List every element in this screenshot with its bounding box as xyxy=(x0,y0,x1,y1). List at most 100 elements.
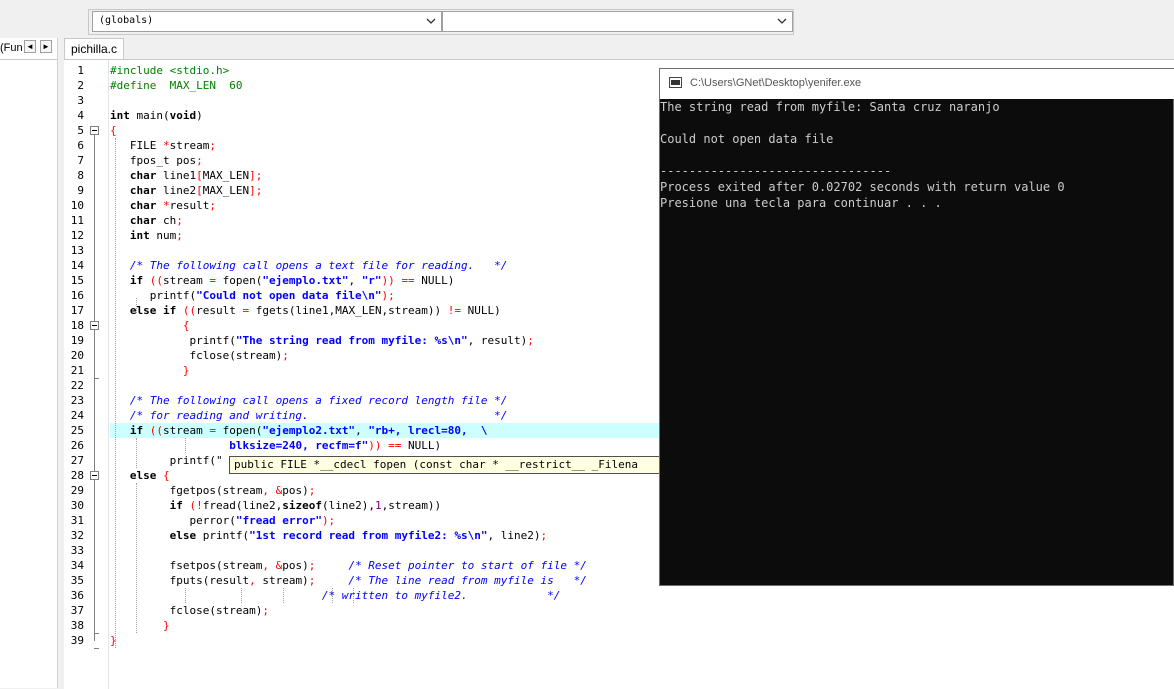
code-line-23: /* The following call opens a fixed reco… xyxy=(110,394,508,407)
tab-next-button[interactable]: ► xyxy=(40,40,52,53)
fold-end xyxy=(94,633,99,634)
code-line-18: { xyxy=(110,319,190,332)
code-line-21: } xyxy=(110,364,190,377)
line-number: 7 xyxy=(77,154,84,167)
code-line-32: else printf("1st record read from myfile… xyxy=(169,529,548,542)
console-line: -------------------------------- xyxy=(660,164,892,178)
line-number: 13 xyxy=(70,244,84,257)
code-line-16: printf("Could not open data file\n"); xyxy=(110,289,395,302)
line-number: 22 xyxy=(70,379,84,392)
code-line-26: blksize=240, recfm=f")) == NULL) xyxy=(229,439,442,452)
code-line-17: else if ((result = fgets(line1,MAX_LEN,s… xyxy=(129,304,501,317)
code-line-4: int main(void) xyxy=(110,109,203,122)
line-gutter: 1 2 3 4 5 6 7 8 9 10 11 12 13 14 15 16 17 18 19 20 21 22 23 24 2… xyxy=(64,60,109,689)
console-title: C:\Users\GNet\Desktop\yenifer.exe xyxy=(690,77,862,89)
code-line-15: if ((stream = fopen("ejemplo.txt", "r"))… xyxy=(129,274,455,287)
code-line-37: fclose(stream); xyxy=(110,604,269,617)
code-line-31: perror("fread error"); xyxy=(110,514,336,527)
line-number: 16 xyxy=(70,289,84,302)
code-line-36: /* written to myfile2. */ xyxy=(110,589,561,602)
line-number: 9 xyxy=(77,184,84,197)
code-line-34: fsetpos(stream, &pos); /* Reset pointer … xyxy=(110,559,587,572)
file-tab[interactable]: pichilla.c xyxy=(64,38,125,60)
line-number: 1 xyxy=(77,64,84,77)
line-number: 24 xyxy=(70,409,84,422)
fold-toggle-icon[interactable] xyxy=(90,321,99,330)
fold-end xyxy=(94,378,99,379)
function-signature-tooltip: public FILE *__cdecl fopen (const char *… xyxy=(229,456,669,474)
line-number: 14 xyxy=(70,259,84,272)
code-line-8: char line1[MAX_LEN]; xyxy=(129,169,263,182)
class-browser-panel: (Fun ◄ ► xyxy=(0,38,58,688)
code-line-14: /* The following call opens a text file … xyxy=(110,259,508,272)
scope-combo[interactable]: (globals) xyxy=(92,11,442,32)
code-line-1: #include <stdio.h> xyxy=(110,64,230,77)
code-line-9: char line2[MAX_LEN]; xyxy=(129,184,263,197)
code-line-38: } xyxy=(110,619,170,632)
line-number: 33 xyxy=(70,544,84,557)
line-number: 31 xyxy=(70,514,84,527)
line-number: 35 xyxy=(70,574,84,587)
code-line-12: int num; xyxy=(129,229,183,242)
line-number: 34 xyxy=(70,559,84,572)
line-number: 8 xyxy=(77,169,84,182)
line-number: 28 xyxy=(70,469,84,482)
line-number: 27 xyxy=(70,454,84,467)
fold-toggle-icon[interactable] xyxy=(90,126,99,135)
code-line-25: if ((stream = fopen("ejemplo2.txt", "rb+… xyxy=(129,424,488,437)
line-number: 36 xyxy=(70,589,84,602)
tab-prev-button[interactable]: ◄ xyxy=(24,40,36,53)
line-number: 11 xyxy=(70,214,84,227)
code-line-35: fputs(result, stream); /* The line read … xyxy=(110,574,587,587)
code-line-28: else { xyxy=(129,469,170,482)
line-number: 2 xyxy=(77,79,84,92)
code-line-39: } xyxy=(110,634,117,647)
chevron-down-icon xyxy=(426,18,436,24)
tooltip-text: public FILE *__cdecl fopen (const char *… xyxy=(234,458,638,471)
line-number: 19 xyxy=(70,334,84,347)
toolbar: (globals) xyxy=(0,0,1174,38)
line-number: 5 xyxy=(77,124,84,137)
line-number: 17 xyxy=(70,304,84,317)
scope-combo-value: (globals) xyxy=(99,15,154,26)
console-window[interactable]: C:\Users\GNet\Desktop\yenifer.exe The st… xyxy=(659,68,1174,586)
code-line-5: { xyxy=(110,124,117,137)
console-line: The string read from myfile: Santa cruz … xyxy=(660,100,1000,114)
console-line: Process exited after 0.02702 seconds wit… xyxy=(660,180,1065,194)
console-line: Presione una tecla para continuar . . . xyxy=(660,196,942,210)
line-number: 30 xyxy=(70,499,84,512)
code-line-7: fpos_t pos; xyxy=(110,154,203,167)
line-number: 12 xyxy=(70,229,84,242)
code-line-2: #define MAX_LEN 60 xyxy=(110,79,243,92)
chevron-down-icon xyxy=(777,18,787,24)
console-titlebar[interactable]: C:\Users\GNet\Desktop\yenifer.exe xyxy=(660,69,1174,99)
code-line-27: printf(" xyxy=(110,454,223,467)
line-number: 37 xyxy=(70,604,84,617)
console-app-icon xyxy=(669,77,682,88)
code-line-30: if (!fread(line2,sizeof(line2),1,stream)… xyxy=(169,499,442,512)
line-number: 38 xyxy=(70,619,84,632)
member-combo[interactable] xyxy=(442,11,793,32)
fold-toggle-icon[interactable] xyxy=(90,471,99,480)
line-number: 29 xyxy=(70,484,84,497)
line-number: 18 xyxy=(70,319,84,332)
code-line-19: printf("The string read from myfile: %s\… xyxy=(110,334,534,347)
line-number: 15 xyxy=(70,274,84,287)
code-line-29: fgetpos(stream, &pos); xyxy=(110,484,316,497)
code-line-6: FILE *stream; xyxy=(110,139,216,152)
panel-divider xyxy=(0,59,57,60)
code-line-10: char *result; xyxy=(129,199,216,212)
line-number: 10 xyxy=(70,199,84,212)
line-number: 39 xyxy=(70,634,84,647)
code-line-20: fclose(stream); xyxy=(110,349,289,362)
line-number: 20 xyxy=(70,349,84,362)
code-line-11: char ch; xyxy=(129,214,183,227)
line-number: 21 xyxy=(70,364,84,377)
line-number: 26 xyxy=(70,439,84,452)
console-output: The string read from myfile: Santa cruz … xyxy=(660,99,1174,211)
line-number: 3 xyxy=(77,94,84,107)
code-line-24: /* for reading and writing. */ xyxy=(110,409,508,422)
class-browser-tab[interactable]: (Fun xyxy=(0,42,23,54)
